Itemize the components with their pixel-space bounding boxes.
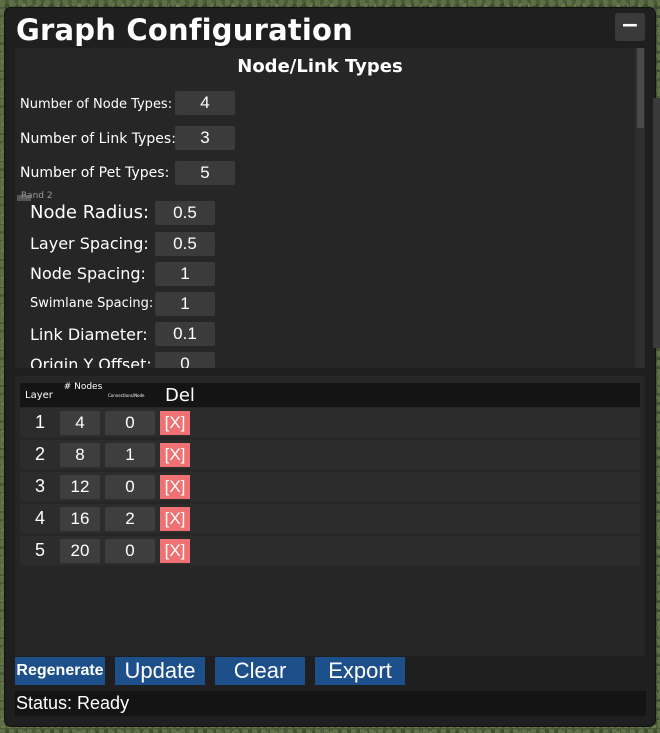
layer-row: 3 12 0 [X] <box>20 472 640 501</box>
nodes-input[interactable]: 4 <box>60 411 100 435</box>
graph-configuration-panel: Graph Configuration − Node/Link Types Nu… <box>5 8 660 726</box>
regenerate-button[interactable]: Regenerate <box>15 657 105 685</box>
layer-number: 2 <box>34 444 45 464</box>
pet-types-input[interactable]: 5 <box>175 161 235 185</box>
pet-types-label: Number of Pet Types: <box>20 165 170 181</box>
connections-input[interactable]: 2 <box>105 507 155 531</box>
connections-input[interactable]: 0 <box>105 411 155 435</box>
layer-column-header: Layer <box>25 390 53 401</box>
connections-input[interactable]: 0 <box>105 475 155 499</box>
layer-number: 4 <box>34 508 45 528</box>
layers-table-header: Layer # Nodes Connections/Node Del <box>20 383 640 407</box>
layer-spacing-label: Layer Spacing: <box>30 234 149 253</box>
nodes-input[interactable]: 20 <box>60 539 100 563</box>
node-types-label: Number of Node Types: <box>20 97 173 112</box>
minimize-button[interactable]: − <box>615 13 645 41</box>
delete-layer-button[interactable]: [X] <box>160 507 190 531</box>
node-radius-input[interactable]: 0.5 <box>155 201 215 225</box>
delete-layer-button[interactable]: [X] <box>160 411 190 435</box>
layer-row: 2 8 1 [X] <box>20 440 640 469</box>
origin-y-offset-label: Origin Y Offset: <box>30 355 152 368</box>
window-title: Graph Configuration <box>16 13 354 47</box>
link-diameter-label: Link Diameter: <box>30 325 148 344</box>
origin-y-offset-input[interactable]: 0 <box>155 352 215 368</box>
connections-input[interactable]: 1 <box>105 443 155 467</box>
clear-button[interactable]: Clear <box>215 657 305 685</box>
delete-layer-button[interactable]: [X] <box>160 475 190 499</box>
nodes-input[interactable]: 16 <box>60 507 100 531</box>
export-button[interactable]: Export <box>315 657 405 685</box>
link-diameter-input[interactable]: 0.1 <box>155 322 215 346</box>
link-types-input[interactable]: 3 <box>175 126 235 150</box>
layer-row: 1 4 0 [X] <box>20 408 640 437</box>
ghost-label: Rand 2 <box>21 191 53 201</box>
connections-input[interactable]: 0 <box>105 539 155 563</box>
layer-number: 1 <box>34 412 45 432</box>
del-column-header: Del <box>165 385 195 406</box>
node-radius-label: Node Radius: <box>30 202 150 223</box>
delete-layer-button[interactable]: [X] <box>160 539 190 563</box>
connections-column-header: Connections/Node <box>108 393 145 398</box>
node-types-input[interactable]: 4 <box>175 91 235 115</box>
config-section: Node/Link Types Number of Node Types: 4 … <box>15 48 645 368</box>
link-types-label: Number of Link Types: <box>20 131 176 147</box>
status-bar: Status: Ready <box>15 691 646 716</box>
panel-scrollbar[interactable] <box>653 98 660 348</box>
update-button[interactable]: Update <box>115 657 205 685</box>
action-buttons: Regenerate Update Clear Export <box>15 657 645 687</box>
delete-layer-button[interactable]: [X] <box>160 443 190 467</box>
nodes-input[interactable]: 12 <box>60 475 100 499</box>
nodes-input[interactable]: 8 <box>60 443 100 467</box>
layers-table: Layer # Nodes Connections/Node Del 1 4 0… <box>15 376 645 656</box>
layer-row: 4 16 2 [X] <box>20 504 640 533</box>
layer-number: 3 <box>34 476 45 496</box>
node-spacing-input[interactable]: 1 <box>155 262 215 286</box>
node-spacing-label: Node Spacing: <box>30 264 146 283</box>
layer-number: 5 <box>34 540 45 560</box>
nodes-column-header: # Nodes <box>63 382 103 392</box>
layer-spacing-input[interactable]: 0.5 <box>155 232 215 256</box>
swimlane-spacing-input[interactable]: 1 <box>155 292 215 316</box>
section-title: Node/Link Types <box>237 56 403 77</box>
swimlane-spacing-label: Swimlane Spacing: <box>30 296 154 311</box>
layer-row: 5 20 0 [X] <box>20 536 640 565</box>
config-scrollbar-thumb[interactable] <box>637 48 644 128</box>
